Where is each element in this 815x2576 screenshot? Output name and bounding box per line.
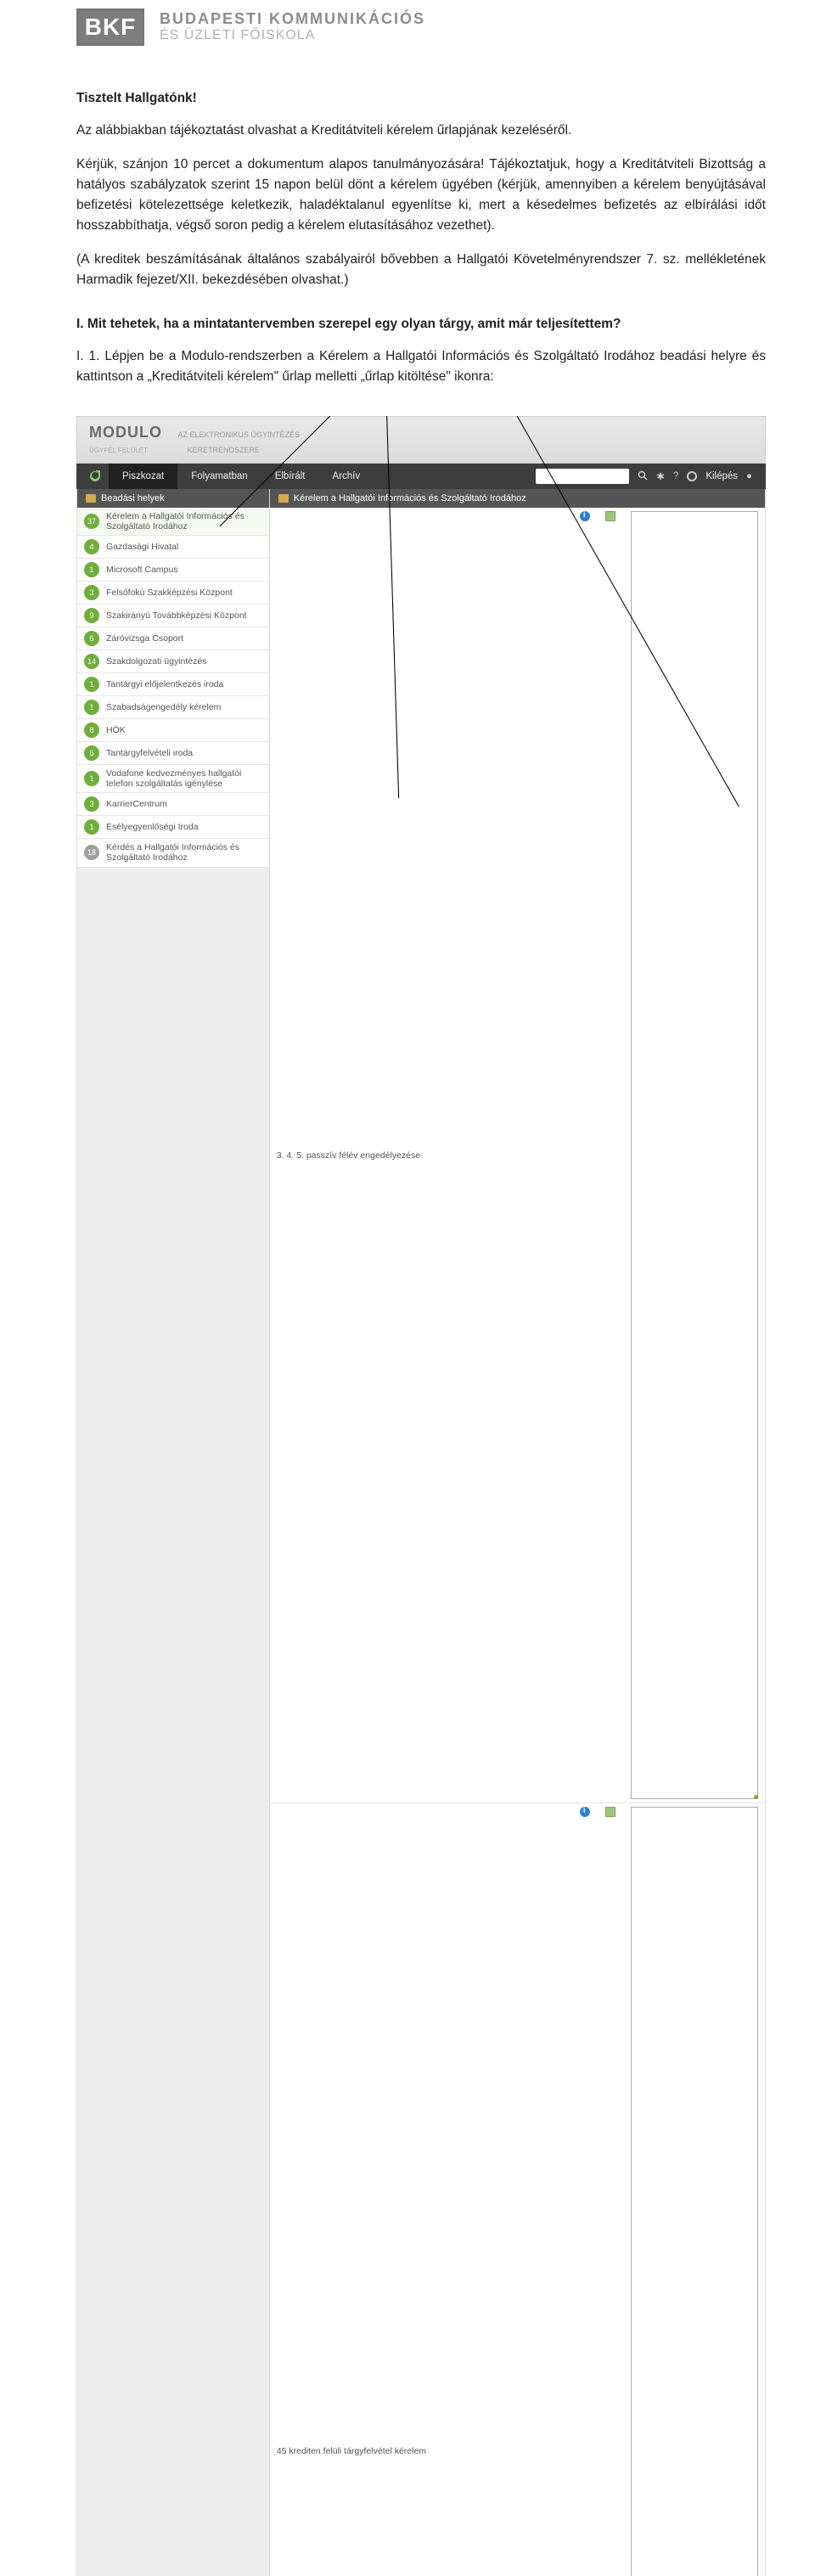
form-name: 3. 4. 5. passzív félév engedélyezése	[277, 1150, 580, 1161]
document-body: Tisztelt Hallgatónk! Az alábbiakban tájé…	[76, 88, 766, 387]
sidebar-item[interactable]: 14 Szakdolgozati ügyintézés	[77, 650, 269, 673]
count-badge: 1	[84, 677, 99, 692]
form-list-item[interactable]: 3. 4. 5. passzív félév engedélyezése	[270, 508, 765, 1803]
university-name: BUDAPESTI KOMMUNIKÁCIÓS ÉS ÜZLETI FŐISKO…	[160, 11, 425, 42]
sidebar-item-label: Záróvizsga Csoport	[106, 633, 262, 644]
help-icon[interactable]: ?	[673, 471, 678, 481]
count-badge: 4	[84, 539, 99, 554]
folder-icon	[86, 494, 96, 503]
fill-form-icon[interactable]	[631, 511, 758, 1799]
tab-folyamatban[interactable]: Folyamatban	[177, 464, 261, 489]
logout-link[interactable]: Kilépés	[705, 471, 738, 481]
sidebar-item-label: HÖK	[106, 725, 262, 735]
form-list-item[interactable]: 45 krediten felüli tárgyfelvétel kérelem	[270, 1803, 765, 2576]
sidebar-item[interactable]: 37 Kérelem a Hallgatói Információs és Szo…	[77, 508, 269, 536]
count-badge: 1	[84, 700, 99, 715]
section-heading-1: I. Mit tehetek, ha a mintatantervemben s…	[76, 314, 766, 335]
info-icon[interactable]	[580, 511, 590, 521]
document-header: BKF BUDAPESTI KOMMUNIKÁCIÓS ÉS ÜZLETI FŐ…	[76, 0, 766, 46]
sidebar-item[interactable]: 3 KarrierCentrum	[77, 793, 269, 816]
count-badge: 1	[84, 819, 99, 835]
count-badge: 3	[84, 585, 99, 600]
app-tagline-2: KERETRENDSZERE	[188, 446, 261, 454]
sidebar-item[interactable]: 3 Felsőfokú Szakképzési Központ	[77, 582, 269, 605]
left-column: Beadási helyek 37 Kérelem a Hallgatói Inf…	[77, 489, 270, 2576]
count-badge: 18	[84, 845, 99, 860]
info-paragraph: Kérjük, szánjon 10 percet a dokumentum a…	[76, 155, 766, 236]
tab-elbiralt[interactable]: Elbírált	[261, 464, 319, 489]
sidebar-item[interactable]: 8 HÖK	[77, 719, 269, 742]
sidebar-item-label: Szabadságengedély kérelem	[106, 702, 262, 712]
app-tagline-1: AZ ELEKTRONIKUS ÜGYINTÉZÉS	[177, 430, 300, 439]
gear-icon[interactable]: ✱	[656, 470, 665, 482]
count-badge: 14	[84, 654, 99, 669]
refresh-icon[interactable]	[88, 470, 102, 483]
uni-line1: BUDAPESTI KOMMUNIKÁCIÓS	[160, 11, 425, 28]
sidebar-item[interactable]: 1 Tantárgyi előjelentkezés iroda	[77, 673, 269, 696]
count-badge: 1	[84, 771, 99, 786]
left-column-header: Beadási helyek	[77, 489, 269, 508]
app-header: MODULO AZ ELEKTRONIKUS ÜGYINTÉZÉS ÜGYFÉL…	[76, 416, 766, 464]
count-badge: 37	[84, 514, 99, 529]
left-header-text: Beadási helyek	[101, 493, 165, 503]
sidebar-item-label: Szakdolgozati ügyintézés	[106, 656, 262, 666]
sidebar-item-label: Kérelem a Hallgatói Információs és Szolg…	[106, 511, 262, 532]
search-icon[interactable]	[638, 470, 648, 483]
sidebar-item-label: Vodafone kedvezményes hallgatói telefon …	[106, 768, 262, 789]
info-icon[interactable]	[580, 1807, 590, 1817]
sidebar-item-label: Tantárgyi előjelentkezés iroda	[106, 679, 262, 689]
sidebar-item-label: Tantárgyfelvételi iroda	[106, 748, 262, 758]
list-icon[interactable]	[605, 511, 615, 521]
sidebar-item-label: Kérdés a Hallgatói Információs és Szolgá…	[106, 842, 262, 863]
list-icon[interactable]	[605, 1807, 615, 1817]
count-badge: 3	[84, 796, 99, 812]
right-column: Kérelem a Hallgatói Információs és Szolg…	[270, 489, 765, 2576]
uni-line2: ÉS ÜZLETI FŐISKOLA	[160, 28, 425, 43]
sidebar-item[interactable]: 6 Záróvizsga Csoport	[77, 627, 269, 650]
reference-paragraph: (A kreditek beszámításának általános sza…	[76, 250, 766, 290]
bkf-logo: BKF	[76, 8, 144, 46]
fill-form-icon[interactable]	[631, 1807, 758, 2576]
collapse-icon[interactable]: ●	[746, 471, 752, 481]
tab-piszkozat[interactable]: Piszkozat	[109, 464, 177, 489]
count-badge: 6	[84, 631, 99, 646]
app-toolbar: Piszkozat Folyamatban Elbírált Archív ✱ …	[76, 464, 766, 489]
sidebar-item[interactable]: 18 Kérdés a Hallgatói Információs és Szol…	[77, 839, 269, 867]
count-badge: 9	[84, 608, 99, 623]
step-1-paragraph: I. 1. Lépjen be a Modulo-rendszerben a K…	[76, 346, 766, 387]
sidebar-item-label: Esélyegyenlőségi Iroda	[106, 822, 262, 832]
form-name: 45 krediten felüli tárgyfelvétel kérelem	[277, 2446, 580, 2456]
folder-icon	[278, 494, 289, 503]
salutation: Tisztelt Hallgatónk!	[76, 88, 766, 109]
sidebar-item-label: KarrierCentrum	[106, 799, 262, 809]
toolbar-tabs: Piszkozat Folyamatban Elbírált Archív	[109, 464, 374, 489]
app-brand: MODULO	[89, 424, 162, 441]
sidebar-item[interactable]: 1 Esélyegyenlőségi Iroda	[77, 816, 269, 839]
sidebar-item[interactable]: 6 Tantárgyfelvételi iroda	[77, 742, 269, 765]
sidebar-item[interactable]: 9 Szakirányú Továbbképzési Központ	[77, 605, 269, 627]
sidebar-item[interactable]: 1 Szabadságengedély kérelem	[77, 696, 269, 719]
tab-archiv[interactable]: Archív	[319, 464, 374, 489]
sidebar-item[interactable]: 4 Gazdasági Hivatal	[77, 536, 269, 559]
count-badge: 8	[84, 723, 99, 738]
app-client-label: ÜGYFÉL FELÜLET	[89, 447, 148, 454]
count-badge: 1	[84, 562, 99, 577]
sidebar-item-label: Felsőfokú Szakképzési Központ	[106, 588, 262, 598]
sidebar-item-label: Microsoft Campus	[106, 565, 262, 575]
sidebar-item[interactable]: 1 Microsoft Campus	[77, 559, 269, 582]
right-header-text: Kérelem a Hallgatói Információs és Szolg…	[294, 493, 526, 503]
sidebar-item[interactable]: 1 Vodafone kedvezményes hallgatói telefon…	[77, 765, 269, 793]
intro-paragraph: Az alábbiakban tájékoztatást olvashat a …	[76, 121, 766, 141]
search-input[interactable]	[536, 469, 629, 484]
modulo-screenshot: MODULO AZ ELEKTRONIKUS ÜGYINTÉZÉS ÜGYFÉL…	[76, 416, 766, 2576]
count-badge: 6	[84, 745, 99, 761]
sidebar-item-label: Gazdasági Hivatal	[106, 542, 262, 552]
sidebar-item-label: Szakirányú Továbbképzési Központ	[106, 610, 262, 621]
right-column-header: Kérelem a Hallgatói Információs és Szolg…	[270, 489, 765, 508]
power-icon[interactable]	[687, 471, 697, 481]
